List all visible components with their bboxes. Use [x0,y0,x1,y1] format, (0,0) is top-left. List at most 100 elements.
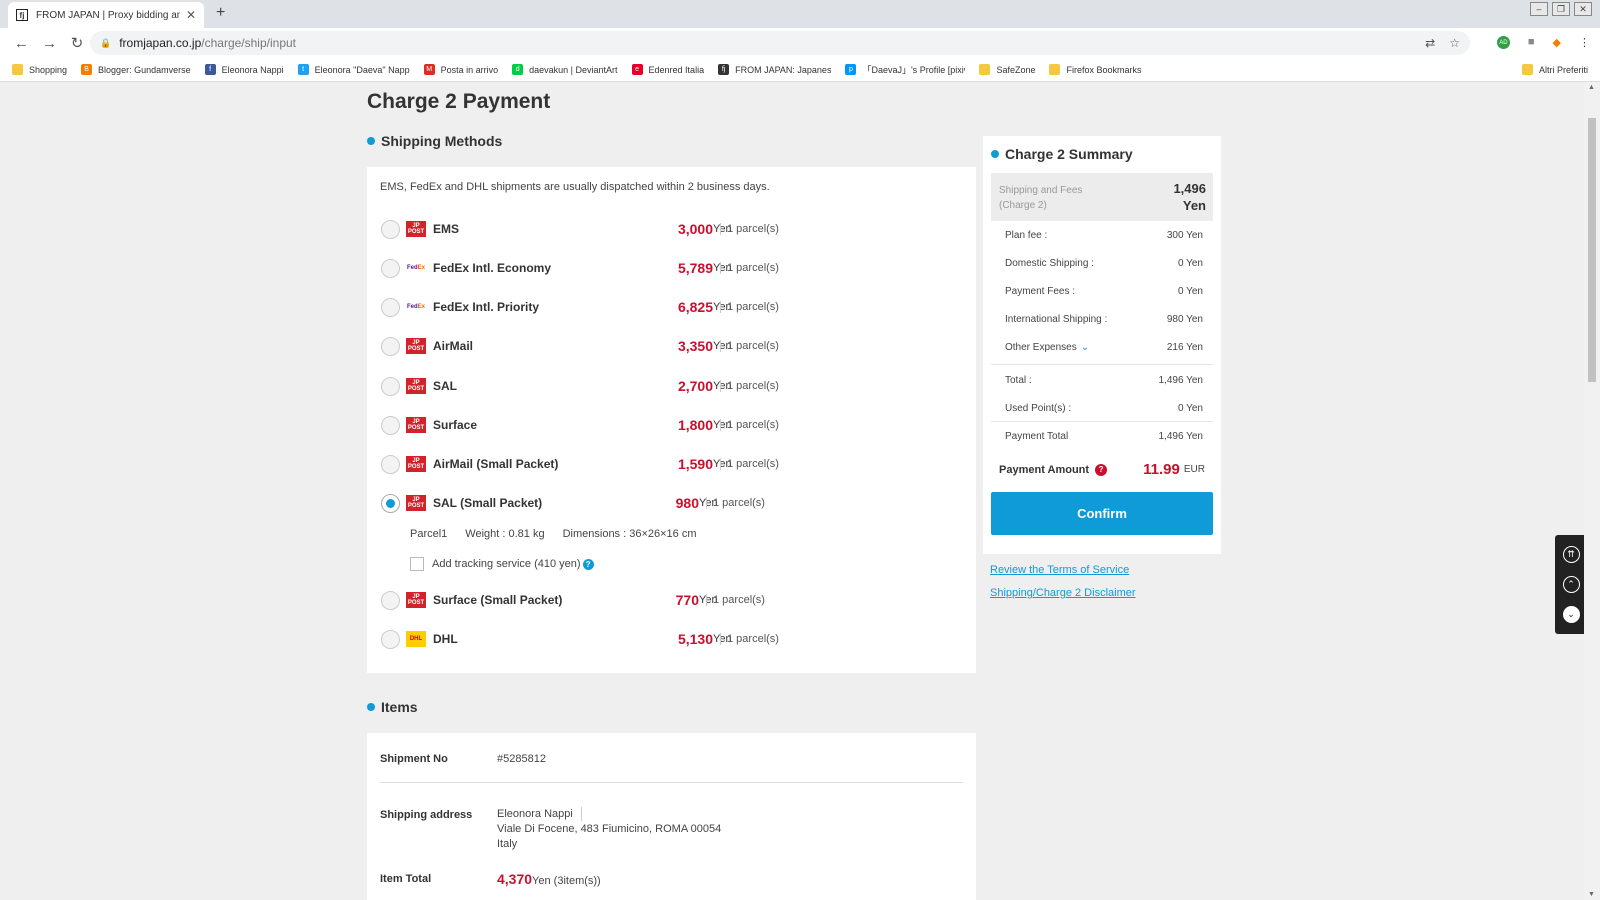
shipping-method-row[interactable]: JP POST Surface (Small Packet) 770 Yen 1 parc… [367,585,976,615]
summary-divider [991,421,1213,422]
jp-post-logo-text: POST [407,503,425,509]
shipping-method-price: 3,000 [677,221,713,237]
adblock-extension-icon[interactable]: AD [1496,36,1510,49]
disclaimer-link[interactable]: Shipping/Charge 2 Disclaimer [990,587,1136,599]
section-dot-icon [367,703,375,711]
section-dot-icon [367,137,375,145]
forward-icon[interactable]: → [42,35,57,52]
summary-row[interactable]: Other Expenses ⌄ 216 Yen [1005,342,1203,353]
fromjapan-icon: fj [718,64,730,75]
shipping-method-radio[interactable] [381,590,400,610]
close-window-icon[interactable]: ✕ [1574,2,1592,16]
minimize-icon[interactable]: – [1530,2,1548,16]
scrollbar-thumb[interactable] [1588,118,1596,382]
payment-amount-value: 11.99 [1143,461,1180,478]
bookmark-item[interactable]: e Edenred Italia [631,64,704,75]
shipping-method-radio[interactable] [381,336,400,356]
jp-post-logo-text: POST [407,229,425,235]
tracking-option[interactable]: Add tracking service (410 yen) ? [410,557,594,571]
bookmark-star-icon[interactable]: ☆ [1449,36,1460,50]
chevron-down-icon[interactable]: ⌄ [1081,342,1089,353]
scroll-down-icon[interactable]: ⌄ [1562,606,1580,624]
other-bookmarks[interactable]: Altri Preferiti [1521,64,1588,75]
shipping-method-radio[interactable] [381,493,400,513]
shipping-method-row[interactable]: JP POST SAL 2,700 Yen 1 parcel(s) [367,371,976,401]
shipping-method-parcels: 1 parcel(s) [720,380,779,392]
shipping-method-radio[interactable] [381,258,400,278]
shipping-method-radio[interactable] [381,629,400,649]
bookmark-item[interactable]: fj FROM JAPAN: Japanes [718,64,831,75]
bookmark-item[interactable]: M Posta in arrivo [423,64,498,75]
used-points-value: 0 Yen [1177,403,1203,414]
address-bar[interactable]: 🔒 fromjapan.co.jp/charge/ship/input ⇄ ☆ [90,31,1470,55]
shipping-address-value: Eleonora Nappi Viale Di Focene, 483 Fium… [497,807,721,852]
fedex-logo-icon: Fed Ex [406,299,426,315]
folder-icon [979,64,991,75]
scroll-up-icon[interactable]: ⌃ [1562,575,1580,593]
bookmark-item[interactable]: f Eleonora Nappi [204,64,284,75]
summary-row-label-wrap: Payment Fees : [1005,286,1075,297]
back-icon[interactable]: ← [14,35,29,52]
shipping-method-name: SAL [433,379,457,393]
confirm-button[interactable]: Confirm [991,492,1213,535]
translate-icon[interactable]: ⇄ [1425,36,1435,50]
jp-post-logo-icon: JP POST [406,338,426,354]
bookmark-item[interactable]: SafeZone [979,64,1035,75]
folder-icon [12,64,23,75]
bookmark-item[interactable]: t Eleonora "Daeva" Napp [297,64,410,75]
shipping-method-name: FedEx Intl. Economy [433,261,552,275]
deviantart-icon: d [512,64,524,75]
close-tab-icon[interactable]: ✕ [186,8,196,22]
summary-title: Charge 2 Summary [1005,146,1133,162]
summary-row: International Shipping : 980 Yen [1005,314,1203,325]
camera-extension-icon[interactable]: ■ [1528,36,1535,49]
shipping-method-row[interactable]: Fed Ex FedEx Intl. Economy 5,789 Yen 1 parcel… [367,253,976,283]
restore-icon[interactable]: ❐ [1552,2,1570,16]
shipping-method-row[interactable]: JP POST AirMail 3,350 Yen 1 parcel(s) [367,331,976,361]
shipping-method-radio[interactable] [381,454,400,474]
page-content: Charge 2 Payment Shipping Methods EMS, F… [0,82,1584,900]
new-tab-icon[interactable]: + [216,4,225,22]
bookmark-item[interactable]: Firefox Bookmarks [1049,64,1142,75]
address-name: Eleonora Nappi [497,808,573,820]
bookmark-label: Shopping [29,64,68,75]
bookmark-item[interactable]: B Blogger: Gundamverse [81,64,191,75]
shipping-method-row[interactable]: JP POST AirMail (Small Packet) 1,590 Yen 1 pa… [367,449,976,479]
question-icon[interactable]: ? [1095,463,1108,476]
shipping-method-radio[interactable] [381,415,400,435]
bookmark-label: Eleonora "Daeva" Napp [314,64,410,75]
parcel-weight: Weight : 0.81 kg [465,528,545,540]
item-total-value: 4,370Yen (3item(s)) [497,871,601,887]
shipping-method-parcels: 1 parcel(s) [720,458,779,470]
browser-tab[interactable]: fj FROM JAPAN | Proxy bidding and o ✕ [8,2,204,28]
shipping-method-row[interactable]: JP POST Surface 1,800 Yen 1 parcel(s) [367,410,976,440]
scroll-arrow-down-icon[interactable]: ▼ [1588,891,1595,898]
bookmarks-bar: Shopping B Blogger: Gundamverse f Eleonora N… [0,58,1600,82]
shipping-method-row[interactable]: JP POST SAL (Small Packet) 980 Yen 1 parcel(s… [367,488,976,518]
shipping-method-row[interactable]: Fed Ex FedEx Intl. Priority 6,825 Yen 1 parce… [367,292,976,322]
terms-of-service-link[interactable]: Review the Terms of Service [990,564,1129,576]
scroll-arrow-up-icon[interactable]: ▲ [1588,84,1595,91]
scrollbar[interactable]: ▲ ▼ [1584,82,1600,900]
menu-kebab-icon[interactable]: ⋮ [1579,36,1590,49]
shipping-method-name: EMS [433,222,460,236]
shipping-method-row[interactable]: DHL DHL 5,130 Yen 1 parcel(s) [367,624,976,654]
shipping-methods-panel: EMS, FedEx and DHL shipments are usually… [367,167,976,673]
help-icon[interactable]: ? [582,558,594,570]
shipping-method-radio[interactable] [381,297,400,317]
scroll-top-icon[interactable]: ⇈ [1562,545,1580,563]
fox-extension-icon[interactable]: ◆ [1553,36,1561,49]
folder-icon [1521,64,1533,75]
floating-scroll-nav: ⇈ ⌃ ⌄ [1555,535,1584,634]
tracking-checkbox[interactable] [410,557,424,571]
shipping-method-radio[interactable] [381,219,400,239]
bookmark-item[interactable]: d daevakun | DeviantArt [512,64,618,75]
summary-row-label: International Shipping : [1005,314,1108,325]
bookmark-item[interactable]: Shopping [12,64,67,75]
shipping-method-row[interactable]: JP POST EMS 3,000 Yen 1 parcel(s) [367,214,976,244]
reload-icon[interactable]: ↻ [70,34,84,52]
bookmark-item[interactable]: p 「DaevaJ」's Profile [pixiv] [845,63,965,76]
bookmark-label: Firefox Bookmarks [1066,64,1142,75]
shipping-method-radio[interactable] [381,376,400,396]
items-panel: Shipment No #5285812 Shipping address El… [367,733,976,900]
